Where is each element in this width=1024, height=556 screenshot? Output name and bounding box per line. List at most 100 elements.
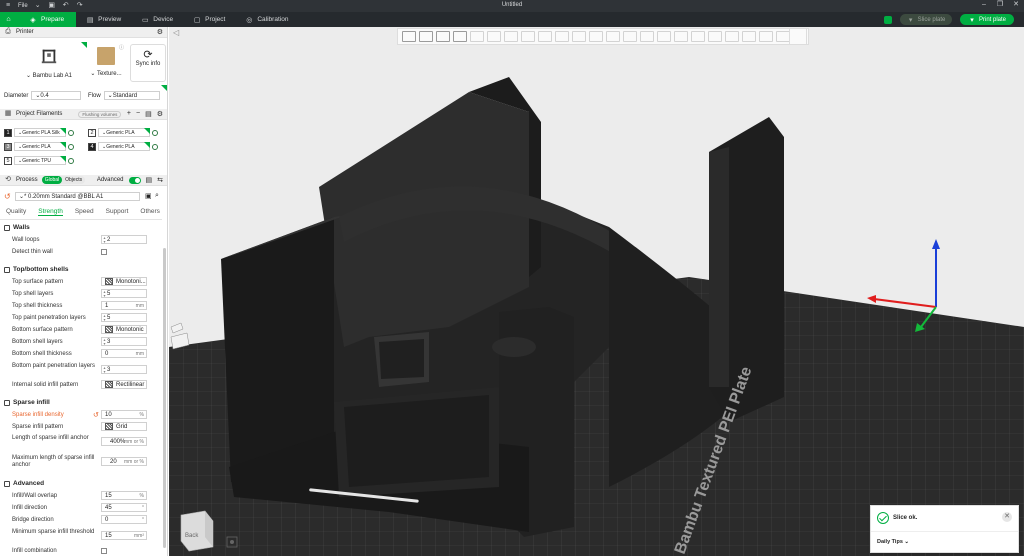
anchor-max-input[interactable]: 20 mm or % — [101, 457, 147, 466]
split-icon[interactable] — [470, 31, 484, 42]
close-icon[interactable]: ✕ — [1012, 1, 1020, 9]
sync-info-button[interactable]: ⟳ Sync info — [130, 44, 166, 82]
cut-icon[interactable] — [555, 31, 569, 42]
bottom-paint-layers-input[interactable]: ▴ ▾ 3 — [101, 365, 147, 374]
tab-device[interactable]: ▭ Device — [131, 12, 183, 27]
mesh-boolean-icon[interactable] — [572, 31, 586, 42]
top-shell-thickness-input[interactable]: 1 mm — [101, 301, 147, 310]
print-plate-button[interactable]: ▾ Print plate — [960, 14, 1014, 25]
info-icon[interactable]: ⓘ — [119, 44, 124, 51]
text-icon[interactable] — [640, 31, 654, 42]
tab-speed[interactable]: Speed — [75, 208, 94, 216]
paste-icon[interactable] — [742, 31, 756, 42]
infill-wall-overlap-input[interactable]: 15% — [101, 491, 147, 500]
list-icon[interactable]: ▤ — [145, 110, 152, 118]
tab-preview[interactable]: ▤ Preview — [76, 12, 131, 27]
tab-prepare[interactable]: ◈ Prepare — [17, 12, 77, 27]
3d-viewport[interactable]: Bambu Textured PEI Plate Back ◁ Slice ok… — [169, 27, 1024, 556]
move-icon[interactable] — [487, 31, 501, 42]
flow-select[interactable]: ⌄ Standard — [103, 91, 160, 100]
tab-quality[interactable]: Quality — [6, 208, 26, 216]
detect-thin-wall-checkbox[interactable] — [101, 249, 107, 255]
tab-calibration[interactable]: ◎ Calibration — [235, 12, 298, 27]
list-icon[interactable]: ▤ — [146, 176, 153, 184]
search-icon[interactable]: ⌕ — [155, 192, 159, 200]
support-paint-icon[interactable] — [589, 31, 603, 42]
add-icon[interactable]: + — [127, 110, 131, 118]
eraser-icon[interactable] — [776, 31, 790, 42]
sparse-infill-pattern-select[interactable]: Grid — [101, 422, 147, 431]
internal-solid-pattern-select[interactable]: Rectilinear — [101, 380, 147, 389]
settings-scrollbar[interactable] — [163, 248, 166, 548]
flushing-volumes-button[interactable]: Flushing volumes — [78, 110, 122, 118]
filament-edit-corner[interactable] — [144, 128, 150, 134]
filament-sync-icon[interactable] — [68, 157, 74, 164]
variable-layer-icon[interactable] — [708, 31, 722, 42]
plate-tool-icon[interactable] — [170, 322, 184, 334]
restore-icon[interactable]: ❐ — [996, 1, 1004, 9]
infill-direction-input[interactable]: 45 ° — [101, 503, 147, 512]
filament-slot-2[interactable]: 2 ⌄ Generic PLA — [88, 128, 158, 137]
view-settings-button[interactable] — [789, 28, 807, 45]
collapse-panel-icon[interactable]: ◁ — [173, 28, 180, 37]
bottom-shell-layers-input[interactable]: ▴ ▾ 3 — [101, 337, 147, 346]
bottom-shell-thickness-input[interactable]: 0 mm — [101, 349, 147, 358]
top-shell-layers-input[interactable]: ▴ ▾ 5 — [101, 289, 147, 298]
sparse-infill-density-input[interactable]: 10% — [101, 410, 147, 419]
filament-slot-3[interactable]: 3 ⌄ Generic PLA — [4, 142, 74, 151]
home-button[interactable]: ⌂ — [0, 12, 17, 27]
add-object-icon[interactable] — [402, 31, 416, 42]
advanced-toggle[interactable] — [128, 176, 141, 184]
close-notification-icon[interactable]: ✕ — [1002, 512, 1012, 522]
infill-combination-checkbox[interactable] — [101, 548, 107, 554]
tab-project[interactable]: ▢ Project — [183, 12, 235, 27]
process-preset-select[interactable]: ⌄ * 0.20mm Standard @BBL A1 — [15, 192, 140, 201]
compare-icon[interactable]: ⇆ — [157, 176, 163, 184]
svg-icon[interactable] — [657, 31, 671, 42]
top-paint-layers-input[interactable]: ▴ ▾ 5 — [101, 313, 147, 322]
view-cube[interactable]: Back — [180, 510, 214, 552]
scale-icon[interactable] — [521, 31, 535, 42]
tab-strength[interactable]: Strength — [38, 208, 63, 216]
multi-device-icon[interactable] — [884, 15, 892, 24]
filament-edit-corner[interactable] — [60, 142, 66, 148]
reset-icon[interactable]: ↺ — [93, 411, 99, 419]
measure-icon[interactable] — [674, 31, 688, 42]
slice-plate-button[interactable]: ▾ Slice plate — [900, 14, 952, 25]
wall-loops-input[interactable]: ▴ ▾ 2 — [101, 235, 147, 244]
color-paint-icon[interactable] — [623, 31, 637, 42]
reset-icon[interactable]: ↺ — [4, 192, 11, 201]
lay-on-face-icon[interactable] — [538, 31, 552, 42]
global-objects-switch[interactable]: Global Objects — [41, 176, 86, 184]
bridge-direction-input[interactable]: 0 ° — [101, 515, 147, 524]
daily-tips-toggle[interactable]: Daily Tips ⌄ — [877, 539, 909, 545]
filament-slot-1[interactable]: 1 ⌄ Generic PLA Silk — [4, 128, 74, 137]
top-surface-pattern-select[interactable]: Monotoni... — [101, 277, 147, 286]
anchor-length-input[interactable]: 400% mm or % — [101, 437, 147, 446]
printer-selector[interactable]: ⌄ Bambu Lab A1 — [18, 43, 80, 91]
arrange-icon[interactable] — [453, 31, 467, 42]
orient-icon[interactable] — [436, 31, 450, 42]
filament-sync-icon[interactable] — [152, 129, 158, 136]
min-sparse-threshold-input[interactable]: 15 mm² — [101, 531, 147, 540]
settings-gear-icon[interactable]: ⚙ — [157, 110, 163, 118]
copy-icon[interactable] — [725, 31, 739, 42]
add-plate-icon[interactable] — [419, 31, 433, 42]
delete-icon[interactable] — [759, 31, 773, 42]
diameter-select[interactable]: ⌄ 0.4 — [31, 91, 82, 100]
objects-option[interactable]: Objects — [62, 176, 85, 184]
filament-edit-corner[interactable] — [144, 142, 150, 148]
minimize-icon[interactable]: – — [980, 1, 988, 9]
global-option[interactable]: Global — [41, 176, 63, 184]
tab-support[interactable]: Support — [106, 208, 129, 216]
filament-sync-icon[interactable] — [68, 129, 74, 136]
rotate-icon[interactable] — [504, 31, 518, 42]
tab-others[interactable]: Others — [140, 208, 160, 216]
filament-slot-4[interactable]: 4 ⌄ Generic PLA — [88, 142, 158, 151]
bottom-surface-pattern-select[interactable]: Monotonic — [101, 325, 147, 334]
save-preset-icon[interactable]: ▣ — [145, 192, 152, 200]
filament-edit-corner[interactable] — [60, 128, 66, 134]
settings-gear-icon[interactable]: ⚙ — [157, 28, 163, 36]
assembly-icon[interactable] — [691, 31, 705, 42]
filament-sync-icon[interactable] — [68, 143, 74, 150]
